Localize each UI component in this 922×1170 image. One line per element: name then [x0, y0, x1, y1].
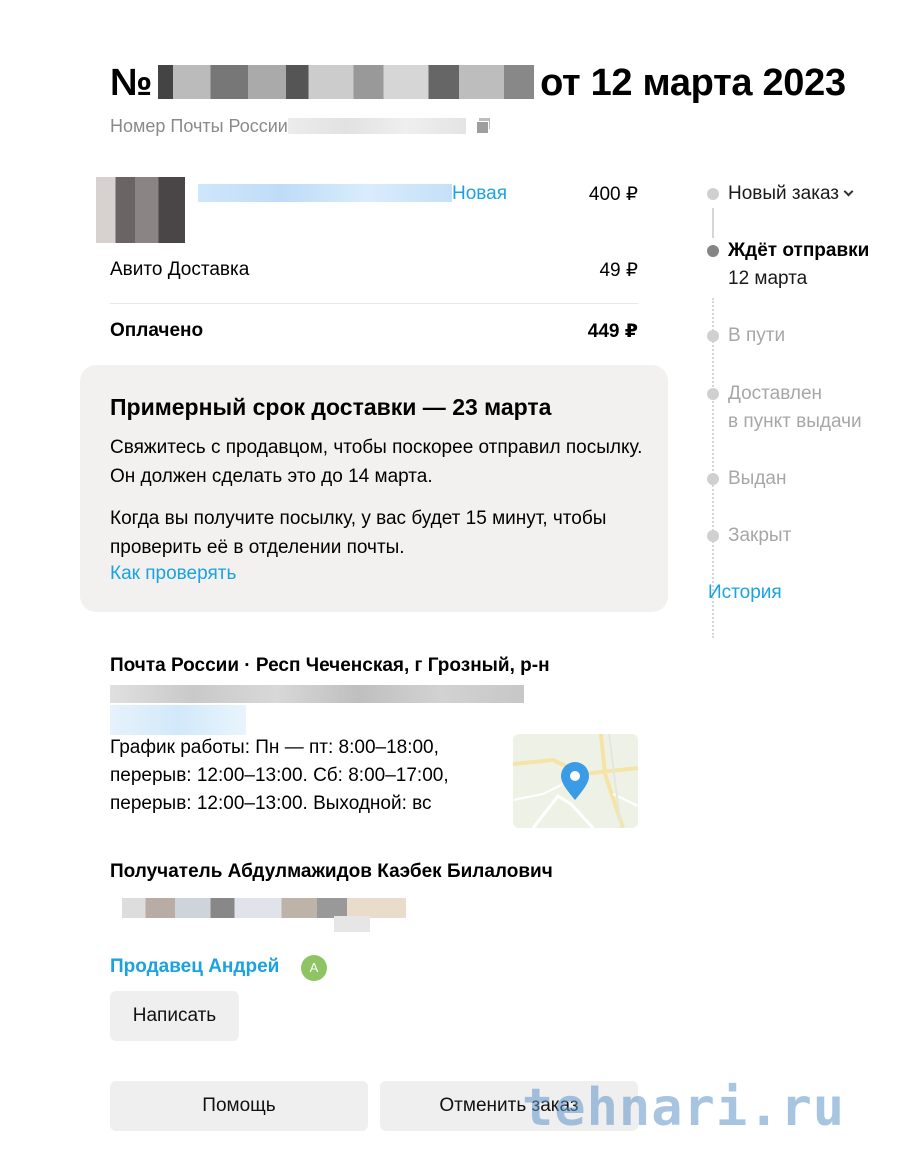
- contact-seller-text: Свяжитесь с продавцом, чтобы поскорее от…: [110, 437, 643, 487]
- item-thumbnail[interactable]: [96, 177, 185, 243]
- map-image: [513, 734, 638, 828]
- inspection-text: Когда вы получите посылку, у вас будет 1…: [110, 508, 607, 558]
- step-dot: [707, 245, 719, 257]
- how-to-check-link[interactable]: Как проверять: [110, 559, 650, 588]
- step-dot: [707, 473, 719, 485]
- delivery-label: Авито Доставка: [110, 259, 250, 280]
- divider: [110, 303, 638, 304]
- order-status-timeline: Новый заказ Ждёт отправки 12 марта В пут…: [706, 180, 916, 638]
- item-condition[interactable]: Новая: [452, 183, 507, 204]
- step-label: В пути: [728, 325, 786, 346]
- recipient-name: Получатель Абдулмажидов Каэбек Билалович: [110, 861, 553, 882]
- item-name-redacted[interactable]: [198, 184, 452, 202]
- step-dot: [707, 330, 719, 342]
- pickup-schedule: График работы: Пн — пт: 8:00–18:00, пере…: [110, 737, 449, 814]
- pickup-map-thumbnail[interactable]: [513, 734, 638, 828]
- step-label: Новый заказ: [728, 183, 840, 204]
- chevron-down-icon[interactable]: [843, 186, 854, 197]
- write-message-button[interactable]: Написать: [110, 991, 239, 1041]
- step-label: Ждёт отправки: [728, 240, 870, 261]
- step-dot: [707, 188, 719, 200]
- help-button[interactable]: Помощь: [110, 1081, 368, 1131]
- order-title-prefix: №: [110, 62, 153, 104]
- pickup-address-redacted: [110, 705, 246, 735]
- pickup-address-redacted: [110, 685, 524, 703]
- order-title: № от 12 марта 2023: [110, 62, 846, 105]
- history-link[interactable]: История: [708, 582, 782, 604]
- step-dot: [707, 388, 719, 400]
- timeline-connector: [712, 208, 714, 238]
- order-title-date: от 12 марта 2023: [540, 62, 846, 104]
- watermark-logo: tehnari.ru: [522, 1078, 846, 1138]
- seller-link[interactable]: Продавец Андрей: [110, 956, 279, 978]
- order-number-redacted: [158, 65, 535, 99]
- item-title[interactable]: Новая: [198, 183, 507, 205]
- copy-icon[interactable]: [475, 118, 491, 134]
- total-value: 449 ₽: [587, 321, 638, 342]
- total-label: Оплачено: [110, 320, 204, 341]
- recipient-phone-redacted: [334, 916, 370, 932]
- tracking-number-row: Номер Почты России: [110, 116, 491, 137]
- delivery-estimate-title: Примерный срок доставки — 23 марта: [110, 394, 552, 420]
- delivery-price: 49 ₽: [599, 260, 638, 281]
- tracking-number-redacted: [287, 118, 466, 134]
- step-date: 12 марта: [728, 268, 808, 289]
- step-sub-label: в пункт выдачи: [728, 411, 862, 432]
- step-label: Доставлен: [728, 383, 823, 404]
- recipient-phone-redacted: [110, 898, 406, 918]
- step-label: Выдан: [728, 468, 787, 489]
- item-price: 400 ₽: [588, 184, 638, 205]
- step-label: Закрыт: [728, 525, 792, 546]
- pickup-point-title: Почта России · Респ Чеченская, г Грозный…: [110, 655, 550, 676]
- tracking-label: Номер Почты России: [110, 116, 288, 136]
- seller-avatar[interactable]: А: [301, 955, 327, 981]
- step-dot: [707, 530, 719, 542]
